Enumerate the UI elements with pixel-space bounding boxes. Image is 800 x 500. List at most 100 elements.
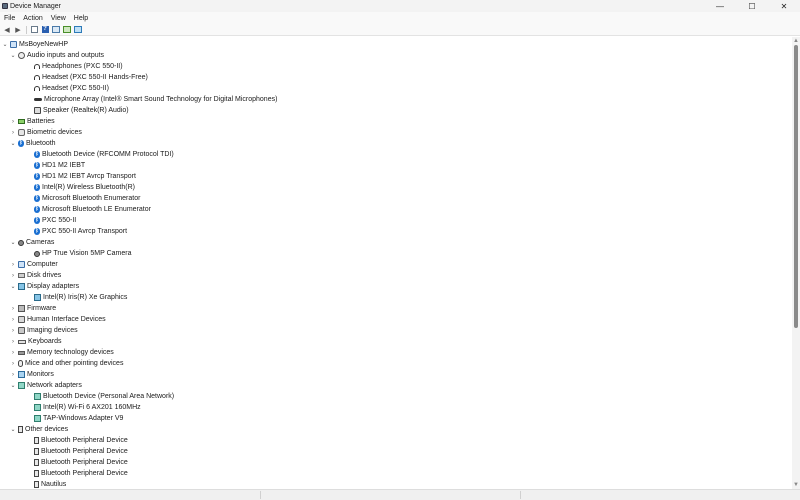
tree-category[interactable]: › Imaging devices: [10, 325, 78, 336]
expand-toggle[interactable]: ›: [10, 336, 16, 347]
tree-device[interactable]: ᛒ HD1 M2 IEBT Avrcp Transport: [26, 171, 136, 182]
close-button[interactable]: ✕: [768, 0, 800, 12]
tree-device[interactable]: TAP-Windows Adapter V9: [26, 413, 123, 424]
category-label: Cameras: [26, 239, 55, 246]
tree-category[interactable]: ⌄ Audio inputs and outputs: [10, 50, 104, 61]
tree-device[interactable]: ᛒ Intel(R) Wireless Bluetooth(R): [26, 182, 135, 193]
back-button[interactable]: ◀: [2, 25, 12, 35]
speaker-icon: [34, 107, 41, 114]
tree-category[interactable]: › Disk drives: [10, 270, 61, 281]
expand-toggle[interactable]: ⌄: [10, 138, 16, 149]
menu-action[interactable]: Action: [19, 15, 46, 22]
scroll-down-arrow[interactable]: ▼: [792, 481, 800, 489]
scroll-thumb[interactable]: [794, 45, 798, 328]
properties-button[interactable]: [29, 25, 39, 35]
menu-file[interactable]: File: [0, 15, 19, 22]
tree-category[interactable]: › Memory technology devices: [10, 347, 114, 358]
tree-category[interactable]: › Monitors: [10, 369, 54, 380]
other-icon: [34, 481, 39, 488]
tree-device[interactable]: Bluetooth Peripheral Device: [26, 468, 128, 479]
tree-device[interactable]: ᛒ PXC 550-II: [26, 215, 76, 226]
expand-toggle[interactable]: ›: [10, 358, 16, 369]
tree-device[interactable]: Headphones (PXC 550-II): [26, 61, 123, 72]
expand-toggle[interactable]: ⌄: [2, 39, 8, 50]
toolbar-separator: [26, 25, 27, 34]
tree-root[interactable]: ⌄ MsBoyeNewHP: [2, 39, 68, 50]
tree-device[interactable]: Intel(R) Iris(R) Xe Graphics: [26, 292, 127, 303]
tree-category[interactable]: › Mice and other pointing devices: [10, 358, 123, 369]
tree-device[interactable]: Nautilus: [26, 479, 66, 489]
expand-toggle[interactable]: ›: [10, 369, 16, 380]
expand-toggle[interactable]: ›: [10, 270, 16, 281]
tree-category[interactable]: › Computer: [10, 259, 58, 270]
expand-toggle[interactable]: ⌄: [10, 281, 16, 292]
category-label: Imaging devices: [27, 327, 78, 334]
scroll-up-arrow[interactable]: ▲: [792, 37, 800, 45]
maximize-button[interactable]: ☐: [736, 0, 768, 12]
display-icon: [18, 283, 25, 290]
forward-button[interactable]: ▶: [13, 25, 23, 35]
tree-category[interactable]: › Human Interface Devices: [10, 314, 106, 325]
expand-toggle[interactable]: ›: [10, 303, 16, 314]
tree-category[interactable]: › Firmware: [10, 303, 56, 314]
tree-category[interactable]: › Keyboards: [10, 336, 61, 347]
tree-category[interactable]: ⌄ Other devices: [10, 424, 68, 435]
tree-device[interactable]: Microphone Array (Intel® Smart Sound Tec…: [26, 94, 277, 105]
device-label: PXC 550-II Avrcp Transport: [42, 228, 128, 235]
device-label: Speaker (Realtek(R) Audio): [43, 107, 129, 114]
minimize-button[interactable]: —: [704, 0, 736, 12]
tree-device[interactable]: Headset (PXC 550-II): [26, 83, 109, 94]
device-label: Intel(R) Iris(R) Xe Graphics: [43, 294, 128, 301]
expand-toggle[interactable]: ⌄: [10, 50, 16, 61]
status-bar: [0, 489, 800, 500]
menu-view[interactable]: View: [47, 15, 70, 22]
status-segment: [260, 491, 261, 499]
mic-icon: [34, 98, 42, 101]
tree-category[interactable]: › Biometric devices: [10, 127, 82, 138]
view-button[interactable]: [51, 25, 61, 35]
tree-category[interactable]: ⌄ Network adapters: [10, 380, 82, 391]
device-label: Bluetooth Peripheral Device: [41, 470, 128, 477]
tree-device[interactable]: Bluetooth Peripheral Device: [26, 435, 128, 446]
update-driver-button[interactable]: [62, 25, 72, 35]
tree-device[interactable]: ᛒ Bluetooth Device (RFCOMM Protocol TDI): [26, 149, 174, 160]
tree-device[interactable]: Speaker (Realtek(R) Audio): [26, 105, 129, 116]
tree-category[interactable]: › Batteries: [10, 116, 55, 127]
tree-device[interactable]: ᛒ HD1 M2 IEBT: [26, 160, 85, 171]
tree-device[interactable]: Headset (PXC 550-II Hands-Free): [26, 72, 148, 83]
device-label: Microsoft Bluetooth LE Enumerator: [42, 206, 151, 213]
expand-toggle[interactable]: ›: [10, 116, 16, 127]
keyboard-icon: [18, 339, 26, 344]
tree-device[interactable]: HP True Vision 5MP Camera: [26, 248, 132, 259]
tree-device[interactable]: Intel(R) Wi-Fi 6 AX201 160MHz: [26, 402, 141, 413]
help-button[interactable]: ?: [40, 25, 50, 35]
tree-device[interactable]: ᛒ PXC 550-II Avrcp Transport: [26, 226, 127, 237]
scan-hardware-button[interactable]: [73, 25, 83, 35]
tree-device[interactable]: Bluetooth Peripheral Device: [26, 457, 128, 468]
tree-device[interactable]: ᛒ Microsoft Bluetooth Enumerator: [26, 193, 140, 204]
expand-toggle[interactable]: ›: [10, 314, 16, 325]
properties-icon: [30, 26, 38, 33]
tree-category[interactable]: ⌄ Cameras: [10, 237, 54, 248]
expand-toggle[interactable]: ›: [10, 347, 16, 358]
expand-toggle[interactable]: ›: [10, 325, 16, 336]
vertical-scrollbar[interactable]: ▲ ▼: [792, 37, 800, 489]
firmware-icon: [18, 305, 25, 312]
tree-device[interactable]: ᛒ Microsoft Bluetooth LE Enumerator: [26, 204, 151, 215]
tree-device[interactable]: Bluetooth Device (Personal Area Network): [26, 391, 174, 402]
tree-category[interactable]: ⌄ ᛒ Bluetooth: [10, 138, 56, 149]
bt-icon: ᛒ: [34, 173, 40, 180]
expand-toggle[interactable]: ⌄: [10, 380, 16, 391]
other-icon: [34, 448, 39, 455]
tree-device[interactable]: Bluetooth Peripheral Device: [26, 446, 128, 457]
expand-toggle[interactable]: ⌄: [10, 237, 16, 248]
expand-toggle[interactable]: ⌄: [10, 424, 16, 435]
menu-help[interactable]: Help: [70, 15, 92, 22]
tree-category[interactable]: ⌄ Display adapters: [10, 281, 79, 292]
expand-toggle[interactable]: ›: [10, 259, 16, 270]
expand-toggle[interactable]: ›: [10, 127, 16, 138]
help-icon: ?: [41, 26, 49, 33]
